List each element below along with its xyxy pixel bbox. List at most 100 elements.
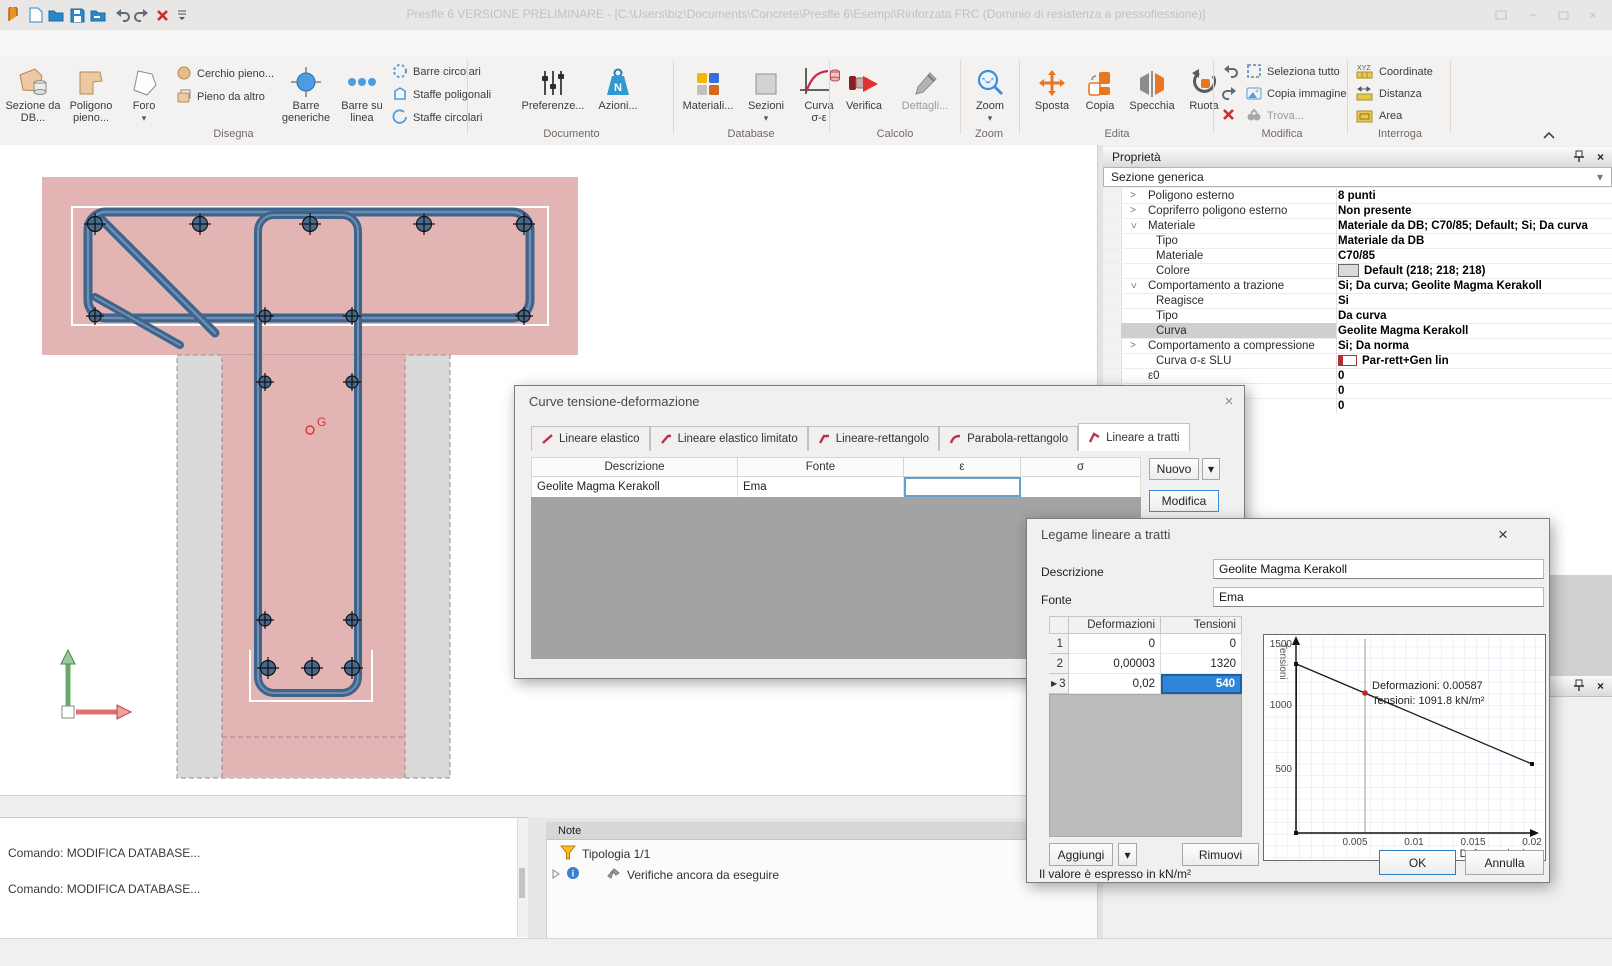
expander-icon[interactable]: > (1128, 190, 1138, 201)
fonte-field[interactable]: Ema (1213, 587, 1544, 607)
barre-generiche-icon (280, 60, 332, 100)
copia-icon (1078, 60, 1122, 100)
cell-deformazioni[interactable]: 0 (1069, 634, 1161, 654)
sezione-da-db-button[interactable]: Sezione da DB... (4, 60, 62, 132)
azioni-button[interactable]: N Azioni... (592, 60, 644, 132)
curve-row-sigma-cell[interactable] (1021, 477, 1141, 497)
copia-immagine-button[interactable]: Copia immagine (1246, 84, 1346, 104)
property-row[interactable]: > Materiale Materiale da DB; C70/85; Def… (1103, 218, 1612, 234)
property-row[interactable]: Colore Default (218; 218; 218) (1103, 263, 1612, 279)
dettagli-button[interactable]: Dettagli... (896, 60, 954, 132)
stress-strain-chart[interactable]: 500 1000 1500 0.005 0.01 0.015 0.02 Defo… (1263, 634, 1546, 861)
coordinate-button[interactable]: XYZ Coordinate (1356, 62, 1433, 82)
foro-button[interactable]: Foro ▾ (122, 60, 166, 132)
cell-tensioni-selected[interactable]: 540 (1161, 674, 1242, 694)
trova-button[interactable]: Trova... (1246, 106, 1304, 126)
expander-icon[interactable]: > (1128, 205, 1138, 216)
tab-parabola-rettangolo[interactable]: Parabola-rettangolo (939, 426, 1078, 451)
property-row[interactable]: Tipo Materiale da DB (1103, 233, 1612, 249)
property-row[interactable]: Materiale C70/85 (1103, 248, 1612, 264)
staffe-circolari-button[interactable]: Staffe circolari (392, 108, 483, 128)
pin-icon[interactable] (1574, 150, 1584, 165)
specchia-button[interactable]: Specchia (1124, 60, 1180, 132)
tab-lineare-rettangolo[interactable]: Lineare-rettangolo (808, 426, 939, 451)
nuovo-dropdown-button[interactable]: ▾ (1202, 458, 1220, 480)
property-label: Materiale (1148, 220, 1336, 232)
section-selector[interactable]: Sezione generica ▾ (1103, 167, 1612, 187)
rimuovi-button[interactable]: Rimuovi (1182, 843, 1259, 866)
close-panel-icon[interactable]: × (1597, 679, 1604, 693)
poligono-pieno-button[interactable]: Poligono pieno... (64, 60, 118, 132)
redo-small-button[interactable] (1222, 84, 1238, 104)
staffe-poligonali-button[interactable]: Staffe poligonali (392, 85, 491, 105)
legame-dialog-title: Legame lineare a tratti (1041, 527, 1170, 542)
console-scrollbar-thumb[interactable] (519, 868, 525, 898)
aggiungi-dropdown-button[interactable]: ▾ (1118, 843, 1137, 866)
copia-button[interactable]: Copia (1078, 60, 1122, 132)
annulla-button[interactable]: Annulla (1465, 850, 1544, 875)
close-icon[interactable]: × (1582, 7, 1604, 23)
close-icon[interactable]: × (1493, 526, 1513, 544)
maximize-icon[interactable] (1552, 7, 1574, 23)
curve-row-eps-cell[interactable] (904, 477, 1021, 497)
property-row[interactable]: > Copriferro poligono esterno Non presen… (1103, 203, 1612, 219)
property-row[interactable]: > Comportamento a trazione Si; Da curva;… (1103, 278, 1612, 294)
delete-small-button[interactable] (1222, 106, 1235, 126)
command-console[interactable]: Comando: MODIFICA DATABASE... Comando: M… (0, 817, 529, 939)
cell-tensioni[interactable]: 1320 (1161, 654, 1242, 674)
modifica-button[interactable]: Modifica (1149, 490, 1219, 512)
column-header-descrizione[interactable]: Descrizione (531, 457, 738, 477)
barre-generiche-button[interactable]: Barre generiche (280, 60, 332, 132)
column-header-tensioni[interactable]: Tensioni (1161, 616, 1242, 634)
column-header-sigma[interactable]: σ (1021, 457, 1141, 477)
sezioni-button[interactable]: Sezioni ▾ (742, 60, 790, 132)
column-header-deformazioni[interactable]: Deformazioni (1069, 616, 1161, 634)
tab-lineare-elastico[interactable]: Lineare elastico (531, 426, 650, 451)
curva-sigma-eps-button[interactable]: Curva σ-ε (794, 60, 844, 132)
seleziona-tutto-button[interactable]: Seleziona tutto (1246, 62, 1340, 82)
property-row-selected[interactable]: Curva Geolite Magma Kerakoll (1103, 323, 1612, 339)
undo-small-button[interactable] (1222, 62, 1238, 82)
curve-row-fonte[interactable]: Ema (738, 477, 904, 497)
pin-icon[interactable] (1574, 679, 1584, 694)
property-row[interactable]: > Comportamento a compressione Si; Da no… (1103, 338, 1612, 354)
close-panel-icon[interactable]: × (1597, 150, 1604, 164)
close-icon[interactable]: × (1219, 392, 1239, 410)
sposta-button[interactable]: Sposta (1028, 60, 1076, 132)
curve-row-descrizione[interactable]: Geolite Magma Kerakoll (531, 477, 738, 497)
expander-icon[interactable]: > (1128, 281, 1139, 291)
nuovo-button[interactable]: Nuovo (1149, 458, 1199, 480)
barre-su-linea-button[interactable]: Barre su linea (336, 60, 388, 132)
expander-icon[interactable]: > (1128, 221, 1139, 231)
property-row[interactable]: Curva σ-ε SLU Par-rett+Gen lin (1103, 353, 1612, 369)
descrizione-field[interactable]: Geolite Magma Kerakoll (1213, 559, 1544, 579)
column-header-fonte[interactable]: Fonte (738, 457, 904, 477)
pieno-da-altro-button[interactable]: Pieno da altro (176, 87, 265, 107)
materiali-button[interactable]: Materiali... (678, 60, 738, 132)
area-button[interactable]: Area (1356, 106, 1402, 126)
minimize-icon[interactable]: − (1522, 7, 1544, 23)
expander-icon[interactable]: > (1128, 340, 1138, 351)
tab-lineare-elastico-limitato[interactable]: Lineare elastico limitato (650, 426, 808, 451)
tipologia-row[interactable]: Tipologia 1/1 (560, 845, 650, 863)
column-header-eps[interactable]: ε (904, 457, 1021, 477)
cerchio-pieno-button[interactable]: Cerchio pieno... (176, 64, 274, 84)
verifiche-row[interactable]: i Verifiche ancora da eseguire (552, 866, 779, 883)
redo-icon (1222, 86, 1238, 103)
zoom-button[interactable]: ⤡⤢ Zoom ▾ (964, 60, 1016, 132)
property-row[interactable]: Tipo Da curva (1103, 308, 1612, 324)
ok-button[interactable]: OK (1379, 850, 1456, 875)
preferenze-button[interactable]: Preferenze... (520, 60, 586, 132)
cell-deformazioni[interactable]: 0,00003 (1069, 654, 1161, 674)
distanza-button[interactable]: Distanza (1356, 84, 1422, 104)
property-row[interactable]: ε0 0 (1103, 368, 1612, 384)
property-row[interactable]: > Poligono esterno 8 punti (1103, 188, 1612, 204)
verifica-button[interactable]: Verifica (838, 60, 890, 132)
aggiungi-button[interactable]: Aggiungi (1049, 843, 1113, 866)
property-row[interactable]: Reagisce Si (1103, 293, 1612, 309)
cell-deformazioni[interactable]: 0,02 (1069, 674, 1161, 694)
collapse-ribbon-icon[interactable] (1542, 128, 1556, 146)
ruota-button[interactable]: Ruota (1182, 60, 1226, 132)
tab-lineare-a-tratti[interactable]: Lineare a tratti (1078, 423, 1190, 451)
cell-tensioni[interactable]: 0 (1161, 634, 1242, 654)
